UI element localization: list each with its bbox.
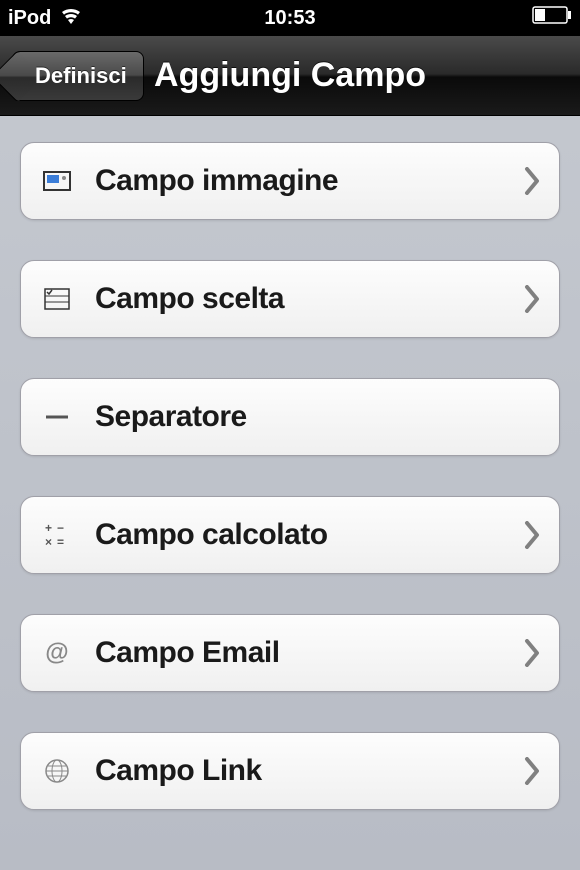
chevron-right-icon — [523, 521, 541, 549]
image-field-icon — [39, 163, 75, 199]
separator-icon — [39, 399, 75, 435]
choice-field-icon — [39, 281, 75, 317]
calculated-field-icon: +−× = — [39, 517, 75, 553]
nav-bar: Definisci Aggiungi Campo — [0, 36, 580, 116]
list-item-label: Campo scelta — [95, 282, 523, 316]
chevron-right-icon — [523, 639, 541, 667]
back-button[interactable]: Definisci — [12, 51, 144, 101]
list-item-label: Separatore — [95, 400, 541, 434]
clock: 10:53 — [264, 7, 315, 29]
list-item-choice-field[interactable]: Campo scelta — [20, 260, 560, 338]
battery-icon — [532, 6, 572, 30]
svg-text:+: + — [45, 521, 52, 535]
status-bar: iPod 10:53 — [0, 0, 580, 36]
chevron-right-icon — [523, 167, 541, 195]
list-item-email-field[interactable]: @ Campo Email — [20, 614, 560, 692]
list-item-label: Campo Email — [95, 636, 523, 670]
link-field-icon — [39, 753, 75, 789]
wifi-icon — [59, 6, 83, 30]
svg-text:−: − — [57, 521, 64, 535]
chevron-right-icon — [523, 285, 541, 313]
list-item-calculated-field[interactable]: +−× = Campo calcolato — [20, 496, 560, 574]
svg-text:@: @ — [45, 639, 68, 666]
list-item-label: Campo Link — [95, 754, 523, 788]
list-item-label: Campo immagine — [95, 164, 523, 198]
list-item-link-field[interactable]: Campo Link — [20, 732, 560, 810]
back-button-label: Definisci — [35, 63, 127, 89]
page-title: Aggiungi Campo — [154, 56, 426, 95]
list-item-label: Campo calcolato — [95, 518, 523, 552]
field-type-list: Campo immagine Campo scelta Separatore +… — [0, 116, 580, 836]
device-label: iPod — [8, 7, 51, 30]
list-item-separator[interactable]: Separatore — [20, 378, 560, 456]
svg-text:=: = — [57, 535, 64, 549]
chevron-right-icon — [523, 757, 541, 785]
svg-text:×: × — [45, 535, 52, 549]
list-item-image-field[interactable]: Campo immagine — [20, 142, 560, 220]
email-field-icon: @ — [39, 635, 75, 671]
